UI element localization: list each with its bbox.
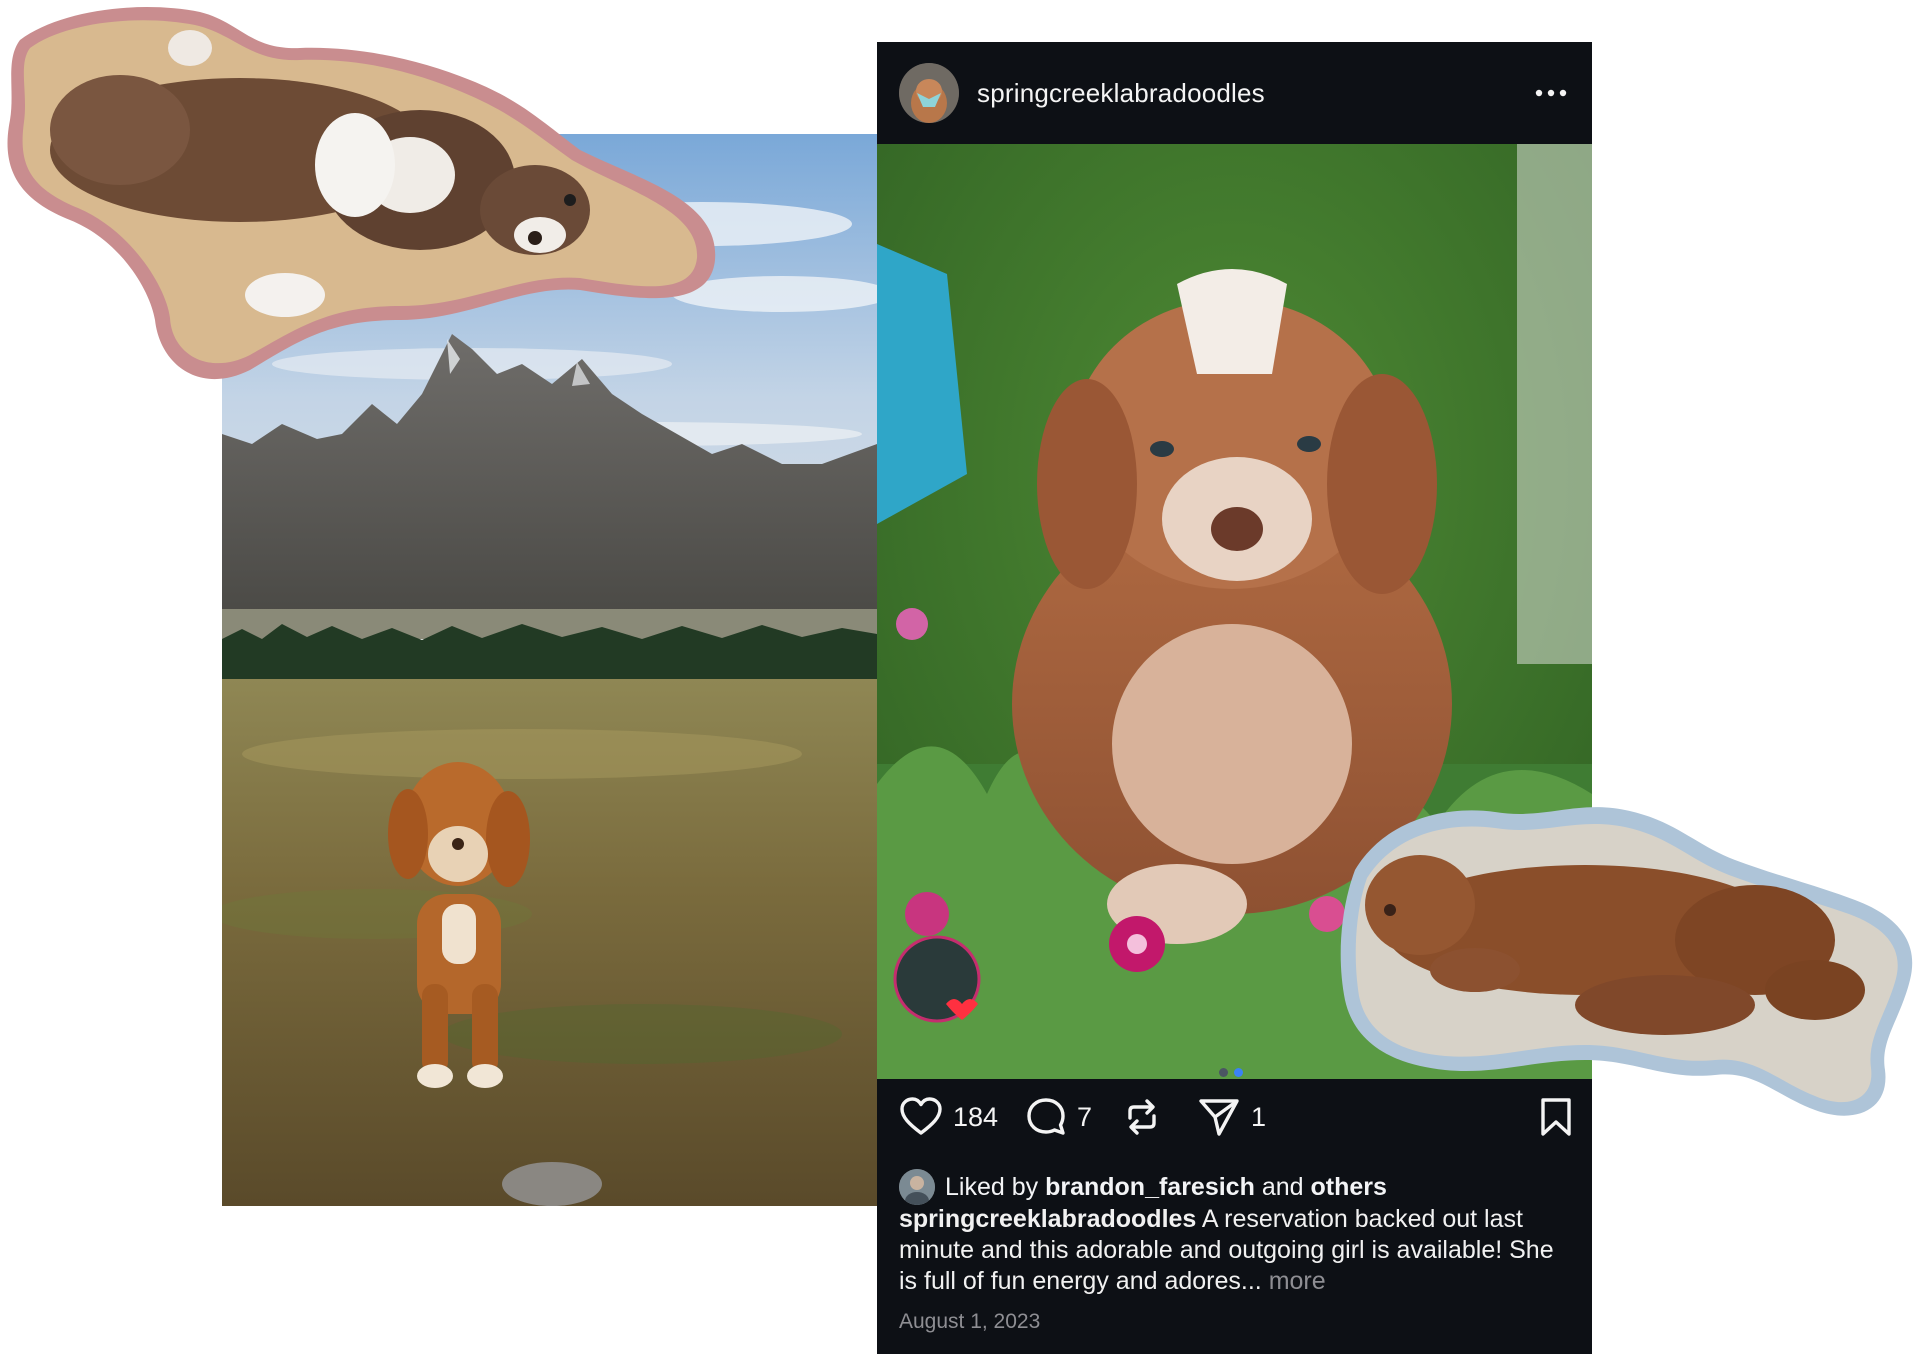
heart-icon — [900, 1097, 942, 1135]
post-date: August 1, 2023 — [899, 1310, 1041, 1333]
more-horizontal-icon[interactable] — [1534, 80, 1568, 106]
profile-avatar[interactable] — [899, 63, 959, 123]
send-icon — [1199, 1099, 1239, 1136]
shares-count: 1 — [1251, 1101, 1267, 1132]
puppy-sticker-top-left — [0, 0, 730, 385]
comment-icon — [1027, 1098, 1065, 1135]
post-caption: springcreeklabradoodles A reservation ba… — [899, 1204, 1559, 1297]
comment-button[interactable]: 7 — [1025, 1094, 1092, 1140]
carousel-dot-1 — [1219, 1068, 1228, 1077]
repost-button[interactable] — [1121, 1094, 1163, 1140]
puppy-sticker-bottom-right — [1335, 790, 1920, 1130]
post-header: springcreeklabradoodles — [877, 42, 1592, 144]
caption-username[interactable]: springcreeklabradoodles — [899, 1205, 1196, 1233]
liker-avatar[interactable] — [899, 1169, 935, 1205]
post-username[interactable]: springcreeklabradoodles — [977, 78, 1265, 109]
likes-count: 184 — [953, 1101, 999, 1132]
liked-by-and: and — [1261, 1172, 1304, 1201]
instagram-post: springcreeklabradoodles 184 7 1 Liked by… — [877, 42, 1592, 1354]
liked-by-others[interactable]: others — [1310, 1173, 1386, 1202]
liked-by-user[interactable]: brandon_faresich — [1045, 1173, 1255, 1202]
caption-more-link[interactable]: more — [1269, 1267, 1326, 1295]
liked-by-prefix: Liked by — [945, 1172, 1039, 1201]
comments-count: 7 — [1077, 1101, 1093, 1132]
like-button[interactable]: 184 — [899, 1094, 998, 1140]
repost-icon — [1128, 1099, 1156, 1135]
carousel-indicator — [1219, 1064, 1249, 1077]
liked-by-row: Liked by brandon_faresich and others — [899, 1167, 1387, 1207]
carousel-dot-2 — [1234, 1068, 1243, 1077]
share-button[interactable]: 1 — [1197, 1094, 1266, 1140]
